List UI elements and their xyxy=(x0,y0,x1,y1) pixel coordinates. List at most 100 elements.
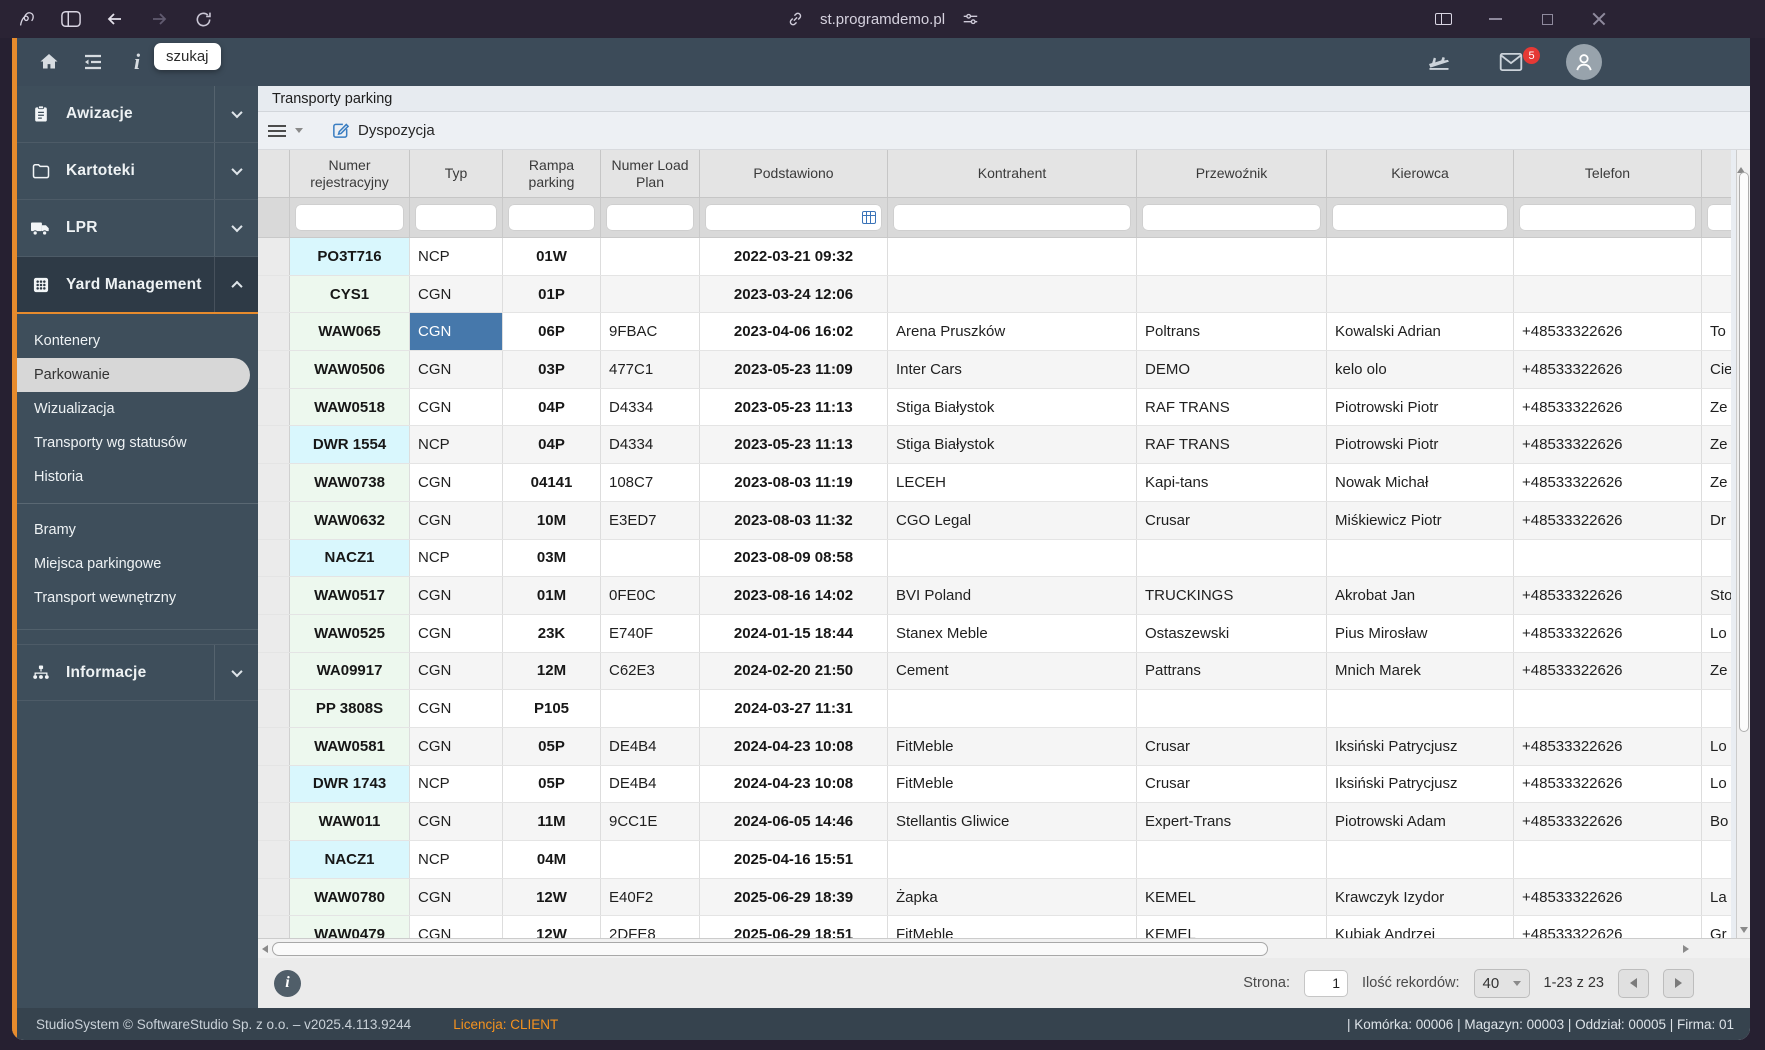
search-tooltip[interactable]: szukaj xyxy=(154,43,221,70)
cell-typ[interactable]: CGN xyxy=(410,652,503,690)
cell-extra[interactable]: Lo xyxy=(1702,728,1731,765)
cell-przewoznik[interactable]: KEMEL xyxy=(1137,878,1327,916)
cell-rampa[interactable]: 01W xyxy=(503,238,601,275)
cell-date[interactable]: 2025-04-16 15:51 xyxy=(700,841,888,878)
prev-page-button[interactable] xyxy=(1618,968,1649,998)
column-header-kontrahent[interactable]: Kontrahent xyxy=(888,150,1137,197)
horizontal-scrollbar[interactable] xyxy=(258,938,1750,958)
cell-kierowca[interactable]: Iksiński Patrycjusz xyxy=(1327,727,1514,765)
sidebar-item-bramy[interactable]: Bramy xyxy=(12,513,258,547)
cell-kierowca[interactable]: Kowalski Adrian xyxy=(1327,313,1514,351)
cell-kontrahent[interactable]: Stanex Meble xyxy=(888,614,1137,652)
cell-lp[interactable] xyxy=(601,238,700,275)
cell-date[interactable]: 2023-03-24 12:06 xyxy=(700,275,888,313)
cell-rampa[interactable]: 04P xyxy=(503,388,601,426)
cell-kierowca[interactable]: Piotrowski Piotr xyxy=(1327,388,1514,426)
cell-rampa[interactable]: 10M xyxy=(503,501,601,539)
cell-kontrahent[interactable]: FitMeble xyxy=(888,916,1137,938)
chevron-down-icon[interactable] xyxy=(214,86,258,142)
cell-date[interactable]: 2024-04-23 10:08 xyxy=(700,727,888,765)
cell-date[interactable]: 2023-08-03 11:19 xyxy=(700,464,888,501)
sidebar-item-miejsca-parkingowe[interactable]: Miejsca parkingowe xyxy=(12,547,258,581)
scroll-up-icon[interactable] xyxy=(1737,150,1745,173)
cell-rampa[interactable]: 03P xyxy=(503,351,601,388)
cell-reg[interactable]: WAW0738 xyxy=(290,464,410,501)
dyspozycja-button[interactable]: Dyspozycja xyxy=(331,121,435,140)
cell-kierowca[interactable] xyxy=(1327,841,1514,878)
cell-handle[interactable] xyxy=(258,464,290,501)
chevron-up-icon[interactable] xyxy=(214,257,258,312)
reload-icon[interactable] xyxy=(192,8,214,30)
cell-typ[interactable]: NCP xyxy=(410,238,503,275)
cell-przewoznik[interactable] xyxy=(1137,841,1327,878)
cell-typ[interactable]: CGN xyxy=(410,351,503,388)
cell-kontrahent[interactable] xyxy=(888,539,1137,577)
sidebar-toggle-icon[interactable] xyxy=(60,8,82,30)
cell-przewoznik[interactable]: Crusar xyxy=(1137,727,1327,765)
forward-icon[interactable] xyxy=(148,8,170,30)
cell-kontrahent[interactable]: Inter Cars xyxy=(888,351,1137,388)
sidebar-item-transport-wewnętrzny[interactable]: Transport wewnętrzny xyxy=(12,581,258,615)
minimize-icon[interactable] xyxy=(1484,8,1506,30)
cell-reg[interactable]: WAW0780 xyxy=(290,878,410,916)
cell-typ[interactable]: NCP xyxy=(410,539,503,577)
filter-input-kierowca[interactable] xyxy=(1332,204,1508,231)
cell-handle[interactable] xyxy=(258,614,290,652)
cell-lp[interactable]: C62E3 xyxy=(601,652,700,690)
cell-kierowca[interactable]: Miśkiewicz Piotr xyxy=(1327,501,1514,539)
cell-extra[interactable]: Ze xyxy=(1702,389,1731,426)
column-header-date[interactable]: Podstawiono xyxy=(700,150,888,197)
info-icon[interactable]: i xyxy=(120,45,154,79)
cell-extra[interactable] xyxy=(1702,690,1731,727)
column-header-typ[interactable]: Typ xyxy=(410,150,503,197)
cell-tel[interactable]: +48533322626 xyxy=(1514,577,1702,614)
cell-extra[interactable]: Sto xyxy=(1702,577,1731,614)
site-settings-icon[interactable] xyxy=(959,8,981,30)
cell-typ[interactable]: CGN xyxy=(410,690,503,727)
cell-lp[interactable]: 9CC1E xyxy=(601,803,700,840)
cell-extra[interactable]: Ze xyxy=(1702,426,1731,463)
cell-extra[interactable] xyxy=(1702,841,1731,878)
cell-handle[interactable] xyxy=(258,238,290,275)
cell-date[interactable]: 2024-03-27 11:31 xyxy=(700,690,888,727)
horizontal-scroll-thumb[interactable] xyxy=(272,941,1268,956)
cell-lp[interactable] xyxy=(601,690,700,727)
sidebar-item-kartoteki[interactable]: Kartoteki xyxy=(12,143,258,200)
calendar-icon[interactable] xyxy=(862,211,876,224)
cell-tel[interactable]: +48533322626 xyxy=(1514,878,1702,916)
cell-lp[interactable] xyxy=(601,841,700,878)
cell-lp[interactable] xyxy=(601,275,700,313)
close-icon[interactable] xyxy=(1588,8,1610,30)
cell-typ[interactable]: CGN xyxy=(410,878,503,916)
cell-lp[interactable] xyxy=(601,539,700,577)
cell-date[interactable]: 2025-06-29 18:51 xyxy=(700,916,888,938)
cell-reg[interactable]: WAW0525 xyxy=(290,614,410,652)
cell-handle[interactable] xyxy=(258,652,290,690)
maximize-icon[interactable] xyxy=(1536,8,1558,30)
cell-przewoznik[interactable] xyxy=(1137,238,1327,275)
cell-typ[interactable]: CGN xyxy=(410,313,503,351)
cell-extra[interactable]: To xyxy=(1702,313,1731,350)
cell-handle[interactable] xyxy=(258,577,290,614)
user-avatar[interactable] xyxy=(1566,44,1602,80)
cell-typ[interactable]: CGN xyxy=(410,275,503,313)
flight-departure-icon[interactable] xyxy=(1422,45,1456,79)
vertical-scrollbar[interactable] xyxy=(1736,150,1750,938)
cell-przewoznik[interactable] xyxy=(1137,275,1327,313)
cell-reg[interactable]: NACZ1 xyxy=(290,841,410,878)
cell-kontrahent[interactable] xyxy=(888,275,1137,313)
info-button[interactable]: i xyxy=(274,969,301,997)
cell-rampa[interactable]: 04141 xyxy=(503,464,601,501)
cell-extra[interactable]: Lo xyxy=(1702,766,1731,803)
cell-tel[interactable] xyxy=(1514,690,1702,727)
cell-kierowca[interactable]: Iksiński Patrycjusz xyxy=(1327,765,1514,803)
cell-date[interactable]: 2023-04-06 16:02 xyxy=(700,313,888,351)
cell-typ[interactable]: CGN xyxy=(410,388,503,426)
sidebar-item-informacje[interactable]: Informacje xyxy=(12,644,258,701)
cell-kontrahent[interactable]: Stiga Białystok xyxy=(888,388,1137,426)
cell-kontrahent[interactable] xyxy=(888,690,1137,727)
sidebar-item-wizualizacja[interactable]: Wizualizacja xyxy=(12,392,258,426)
cell-przewoznik[interactable]: DEMO xyxy=(1137,351,1327,388)
cell-extra[interactable]: Cie xyxy=(1702,351,1731,388)
cell-rampa[interactable]: 12W xyxy=(503,878,601,916)
